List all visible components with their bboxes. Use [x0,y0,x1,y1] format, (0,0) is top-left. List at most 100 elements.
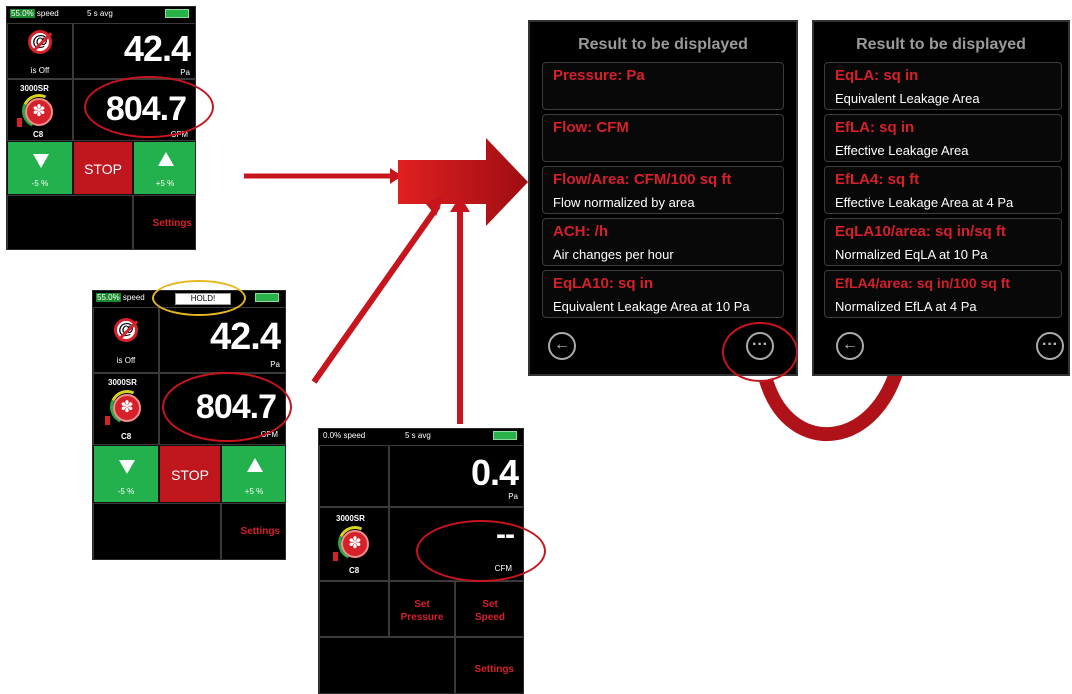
status-bar: 55.0% speed 5 s avg [7,7,195,21]
more-options-icon[interactable]: ··· [1036,332,1064,360]
fan-cell[interactable]: 3000SR C8 [319,507,389,581]
device-status-label: is Off [30,66,50,75]
option-description: Equivalent Leakage Area [835,91,980,106]
speed-down-label: -5 % [31,179,49,188]
speed-down-label: -5 % [117,487,135,496]
option-title: Pressure: Pa [553,67,645,84]
arrow-b-line [311,204,441,384]
speed-up-label: +5 % [244,487,264,496]
set-speed-link[interactable]: Set Speed [456,598,523,624]
flow-highlight-ellipse [84,76,214,138]
result-option[interactable]: Flow: CFM [542,114,784,162]
speed-readout: 55.0% speed [96,293,145,302]
empty-cell [319,637,455,693]
speed-down-button[interactable]: -5 % [7,141,73,195]
pressure-cell[interactable]: 0.4 Pa [389,445,523,507]
fan-cell[interactable]: 3000SR C8 [93,373,159,445]
fan-icon [25,98,53,126]
result-option[interactable]: EfLA4/area: sq in/100 sq ft Normalized E… [824,270,1062,318]
settings-cell[interactable]: Settings [221,503,285,559]
settings-cell[interactable]: Settings [455,637,523,693]
fan-level-icon [17,118,22,127]
result-option[interactable]: EqLA10: sq in Equivalent Leakage Area at… [542,270,784,318]
empty-cell [93,503,221,559]
fan-ring: C8 [33,130,44,139]
device-status-cell[interactable] [319,445,389,507]
down-arrow-icon [33,154,49,168]
pressure-value: 0.4 [470,452,519,493]
fan-model: 3000SR [336,514,365,523]
flow-highlight-ellipse [416,520,546,582]
device-off-icon: @ [114,318,138,342]
hold-highlight-ellipse [152,280,246,316]
stop-button[interactable]: STOP [73,141,133,195]
set-speed-cell[interactable]: Set Speed [455,581,523,637]
speed-up-button[interactable]: +5 % [221,445,285,503]
speed-down-button[interactable]: -5 % [93,445,159,503]
set-pressure-cell[interactable]: Set Pressure [389,581,455,637]
battery-icon [493,431,517,440]
result-option[interactable]: Flow/Area: CFM/100 sq ft Flow normalized… [542,166,784,214]
pressure-unit: Pa [180,68,190,77]
fan-ring: C8 [121,432,132,441]
speed-readout: 0.0% speed [323,431,366,440]
pressure-cell[interactable]: 42.4 Pa [159,307,285,373]
option-title: EfLA4/area: sq in/100 sq ft [835,275,1011,291]
fan-level-icon [333,552,338,561]
settings-cell[interactable]: Settings [133,195,195,249]
fan-ring: C8 [349,566,360,575]
fan-model: 3000SR [108,378,137,387]
down-arrow-icon [119,460,135,474]
battery-icon [165,9,189,18]
option-description: Normalized EqLA at 10 Pa [835,247,988,262]
panel-title: Result to be displayed [578,36,748,53]
device-status-cell[interactable]: @ is Off [7,23,73,79]
settings-link[interactable]: Settings [153,218,192,229]
fan-icon [341,530,369,558]
fan-model: 3000SR [20,84,49,93]
option-title: EfLA4: sq ft [835,171,920,188]
result-selection-panel-page-2: Result to be displayed EqLA: sq in Equiv… [812,20,1070,376]
pressure-value: 42.4 [210,316,281,358]
result-option[interactable]: EqLA10/area: sq in/sq ft Normalized EqLA… [824,218,1062,266]
up-arrow-icon [158,152,174,166]
status-bar: 0.0% speed 5 s avg [319,429,523,443]
stop-button[interactable]: STOP [159,445,221,503]
result-option[interactable]: EfLA: sq in Effective Leakage Area [824,114,1062,162]
option-title: Flow: CFM [553,119,629,136]
result-option[interactable]: ACH: /h Air changes per hour [542,218,784,266]
back-arrow-icon[interactable]: ← [548,332,576,360]
pressure-value: 42.4 [123,28,191,69]
set-pressure-link[interactable]: Set Pressure [390,598,454,624]
settings-link[interactable]: Settings [241,526,280,537]
result-option[interactable]: EqLA: sq in Equivalent Leakage Area [824,62,1062,110]
empty-cell [319,581,389,637]
option-description: Effective Leakage Area at 4 Pa [835,195,1014,210]
option-title: EfLA: sq in [835,119,915,136]
device-status-label: is Off [116,356,136,365]
empty-cell [7,195,133,249]
option-title: EqLA10/area: sq in/sq ft [835,223,1006,240]
result-option[interactable]: EfLA4: sq ft Effective Leakage Area at 4… [824,166,1062,214]
option-title: Flow/Area: CFM/100 sq ft [553,171,732,188]
option-description: Air changes per hour [553,247,674,262]
device-status-cell[interactable]: @ is Off [93,307,159,373]
speed-up-button[interactable]: +5 % [133,141,195,195]
option-description: Flow normalized by area [553,195,695,210]
result-option[interactable]: Pressure: Pa [542,62,784,110]
settings-link[interactable]: Settings [475,664,514,675]
back-arrow-icon[interactable]: ← [836,332,864,360]
pressure-unit: Pa [270,360,280,369]
fan-cell[interactable]: 3000SR C8 [7,79,73,141]
flow-highlight-ellipse [162,372,292,442]
option-description: Equivalent Leakage Area at 10 Pa [553,299,750,314]
up-arrow-icon [247,458,263,472]
fan-icon [113,394,141,422]
option-title: EqLA10: sq in [553,275,654,292]
device-off-icon: @ [28,30,52,54]
option-title: ACH: /h [553,223,608,240]
option-title: EqLA: sq in [835,67,919,84]
speed-up-label: +5 % [155,179,175,188]
fan-level-icon [105,416,110,425]
pressure-cell[interactable]: 42.4 Pa [73,23,195,79]
